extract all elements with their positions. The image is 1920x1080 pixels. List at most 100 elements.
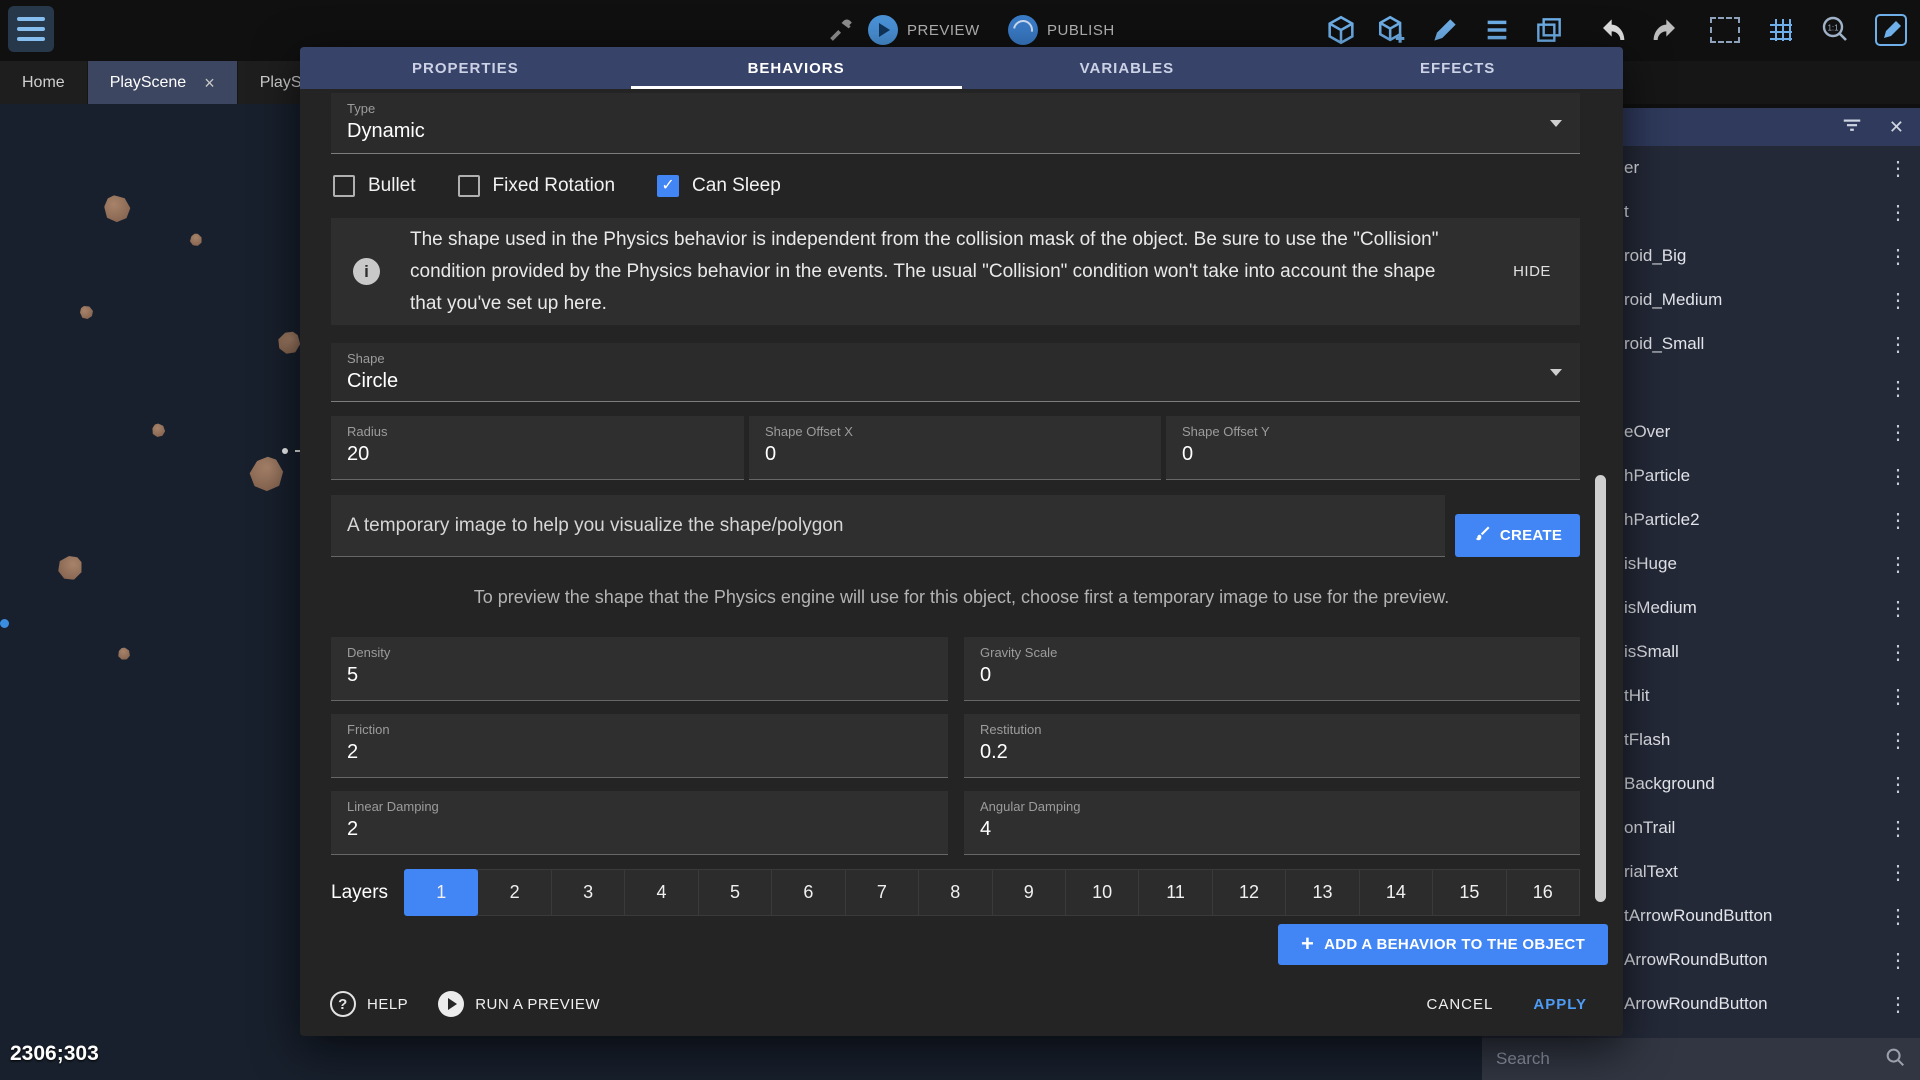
- item-menu-icon[interactable]: ⋮: [1876, 684, 1920, 709]
- friction-field[interactable]: Friction 2: [331, 714, 948, 778]
- layer-button-7[interactable]: 7: [845, 869, 919, 916]
- checkbox-fixed-rotation[interactable]: Fixed Rotation: [458, 175, 616, 197]
- layer-button-10[interactable]: 10: [1065, 869, 1139, 916]
- add-behavior-button[interactable]: + ADD A BEHAVIOR TO THE OBJECT: [1278, 924, 1608, 965]
- tab-home[interactable]: Home: [0, 61, 87, 104]
- item-menu-icon[interactable]: ⋮: [1876, 992, 1920, 1017]
- play-icon: [438, 991, 464, 1017]
- layer-button-16[interactable]: 16: [1506, 869, 1580, 916]
- asteroid-object[interactable]: [102, 194, 132, 224]
- item-menu-icon[interactable]: ⋮: [1876, 288, 1920, 313]
- search-input[interactable]: [1496, 1049, 1874, 1069]
- apply-button[interactable]: APPLY: [1533, 996, 1587, 1013]
- restitution-field[interactable]: Restitution 0.2: [964, 714, 1580, 778]
- density-field[interactable]: Density 5: [331, 637, 948, 701]
- item-menu-icon[interactable]: ⋮: [1876, 772, 1920, 797]
- object-add-icon[interactable]: [1374, 11, 1412, 49]
- dialog-footer: ? HELP RUN A PREVIEW CANCEL APPLY: [330, 984, 1587, 1024]
- close-icon[interactable]: ✕: [1889, 118, 1904, 136]
- edit-pencil-icon[interactable]: [1426, 11, 1464, 49]
- layer-button-2[interactable]: 2: [477, 869, 551, 916]
- layer-button-13[interactable]: 13: [1285, 869, 1359, 916]
- item-menu-icon[interactable]: ⋮: [1876, 156, 1920, 181]
- gravity-scale-field[interactable]: Gravity Scale 0: [964, 637, 1580, 701]
- asteroid-object[interactable]: [80, 306, 93, 319]
- checkbox-can-sleep[interactable]: ✓Can Sleep: [657, 175, 781, 197]
- angular-damping-field[interactable]: Angular Damping 4: [964, 791, 1580, 855]
- help-button[interactable]: ? HELP: [330, 991, 408, 1017]
- shape-offset-x-field[interactable]: Shape Offset X 0: [749, 416, 1161, 480]
- item-menu-icon[interactable]: ⋮: [1876, 376, 1920, 401]
- item-menu-icon[interactable]: ⋮: [1876, 464, 1920, 489]
- preview-button[interactable]: PREVIEW: [868, 14, 980, 46]
- asteroid-object[interactable]: [275, 329, 303, 357]
- item-menu-icon[interactable]: ⋮: [1876, 860, 1920, 885]
- objects-search[interactable]: [1482, 1038, 1920, 1080]
- asteroid-object[interactable]: [150, 422, 167, 439]
- create-button[interactable]: CREATE: [1455, 514, 1580, 557]
- item-menu-icon[interactable]: ⋮: [1876, 244, 1920, 269]
- linear-damping-field[interactable]: Linear Damping 2: [331, 791, 948, 855]
- layer-button-9[interactable]: 9: [992, 869, 1066, 916]
- hide-button[interactable]: HIDE: [1484, 263, 1580, 280]
- temporary-image-field[interactable]: A temporary image to help you visualize …: [331, 495, 1445, 557]
- checkbox-unchecked-icon[interactable]: [333, 175, 355, 197]
- layers-copy-icon[interactable]: [1530, 11, 1568, 49]
- checkbox-unchecked-icon[interactable]: [458, 175, 480, 197]
- layer-button-14[interactable]: 14: [1359, 869, 1433, 916]
- asteroid-object[interactable]: [57, 555, 83, 581]
- checkbox-checked-icon[interactable]: ✓: [657, 175, 679, 197]
- dialog-tab-variables[interactable]: VARIABLES: [962, 47, 1293, 89]
- dialog-tab-behaviors[interactable]: BEHAVIORS: [631, 47, 962, 89]
- item-menu-icon[interactable]: ⋮: [1876, 508, 1920, 533]
- item-menu-icon[interactable]: ⋮: [1876, 552, 1920, 577]
- dialog-tab-effects[interactable]: EFFECTS: [1292, 47, 1623, 89]
- layer-button-8[interactable]: 8: [918, 869, 992, 916]
- layer-button-1[interactable]: 1: [404, 869, 478, 916]
- object-cube-icon[interactable]: [1322, 11, 1360, 49]
- item-menu-icon[interactable]: ⋮: [1876, 640, 1920, 665]
- shape-dropdown[interactable]: Shape Circle: [331, 343, 1580, 402]
- item-menu-icon[interactable]: ⋮: [1876, 904, 1920, 929]
- layer-button-6[interactable]: 6: [771, 869, 845, 916]
- item-menu-icon[interactable]: ⋮: [1876, 332, 1920, 357]
- asteroid-object[interactable]: [188, 232, 205, 249]
- layer-button-15[interactable]: 15: [1432, 869, 1506, 916]
- zoom-1-1-icon[interactable]: 1:1: [1816, 11, 1854, 49]
- layer-button-5[interactable]: 5: [698, 869, 772, 916]
- radius-field[interactable]: Radius 20: [331, 416, 744, 480]
- layer-button-12[interactable]: 12: [1212, 869, 1286, 916]
- publish-button[interactable]: PUBLISH: [1008, 14, 1115, 46]
- checkbox-bullet[interactable]: Bullet: [333, 175, 416, 197]
- build-icon[interactable]: [822, 11, 860, 49]
- item-menu-icon[interactable]: ⋮: [1876, 816, 1920, 841]
- vector-edit-icon[interactable]: [1872, 11, 1910, 49]
- screenshot-icon[interactable]: [1706, 11, 1744, 49]
- asteroid-object[interactable]: [116, 646, 132, 662]
- layer-button-4[interactable]: 4: [624, 869, 698, 916]
- menu-icon[interactable]: [8, 6, 54, 52]
- type-dropdown[interactable]: Type Dynamic: [331, 93, 1580, 154]
- filter-icon[interactable]: [1841, 114, 1863, 141]
- asteroid-object[interactable]: [244, 452, 290, 498]
- grid-icon[interactable]: [1762, 11, 1800, 49]
- close-icon[interactable]: ×: [204, 74, 215, 92]
- shape-offset-y-field[interactable]: Shape Offset Y 0: [1166, 416, 1580, 480]
- dialog-scrollbar[interactable]: [1595, 475, 1606, 902]
- undo-icon[interactable]: [1592, 11, 1630, 49]
- item-menu-icon[interactable]: ⋮: [1876, 596, 1920, 621]
- layer-button-3[interactable]: 3: [551, 869, 625, 916]
- run-preview-button[interactable]: RUN A PREVIEW: [438, 991, 600, 1017]
- cancel-button[interactable]: CANCEL: [1427, 996, 1494, 1013]
- redo-icon[interactable]: [1648, 11, 1686, 49]
- item-menu-icon[interactable]: ⋮: [1876, 420, 1920, 445]
- selection-point[interactable]: [0, 619, 9, 628]
- layer-button-11[interactable]: 11: [1138, 869, 1212, 916]
- item-menu-icon[interactable]: ⋮: [1876, 728, 1920, 753]
- tab-playscene[interactable]: PlayScene ×: [88, 61, 237, 104]
- dialog-tab-properties[interactable]: PROPERTIES: [300, 47, 631, 89]
- item-menu-icon[interactable]: ⋮: [1876, 948, 1920, 973]
- events-list-icon[interactable]: [1478, 11, 1516, 49]
- selection-handle-dot[interactable]: [282, 448, 288, 454]
- item-menu-icon[interactable]: ⋮: [1876, 200, 1920, 225]
